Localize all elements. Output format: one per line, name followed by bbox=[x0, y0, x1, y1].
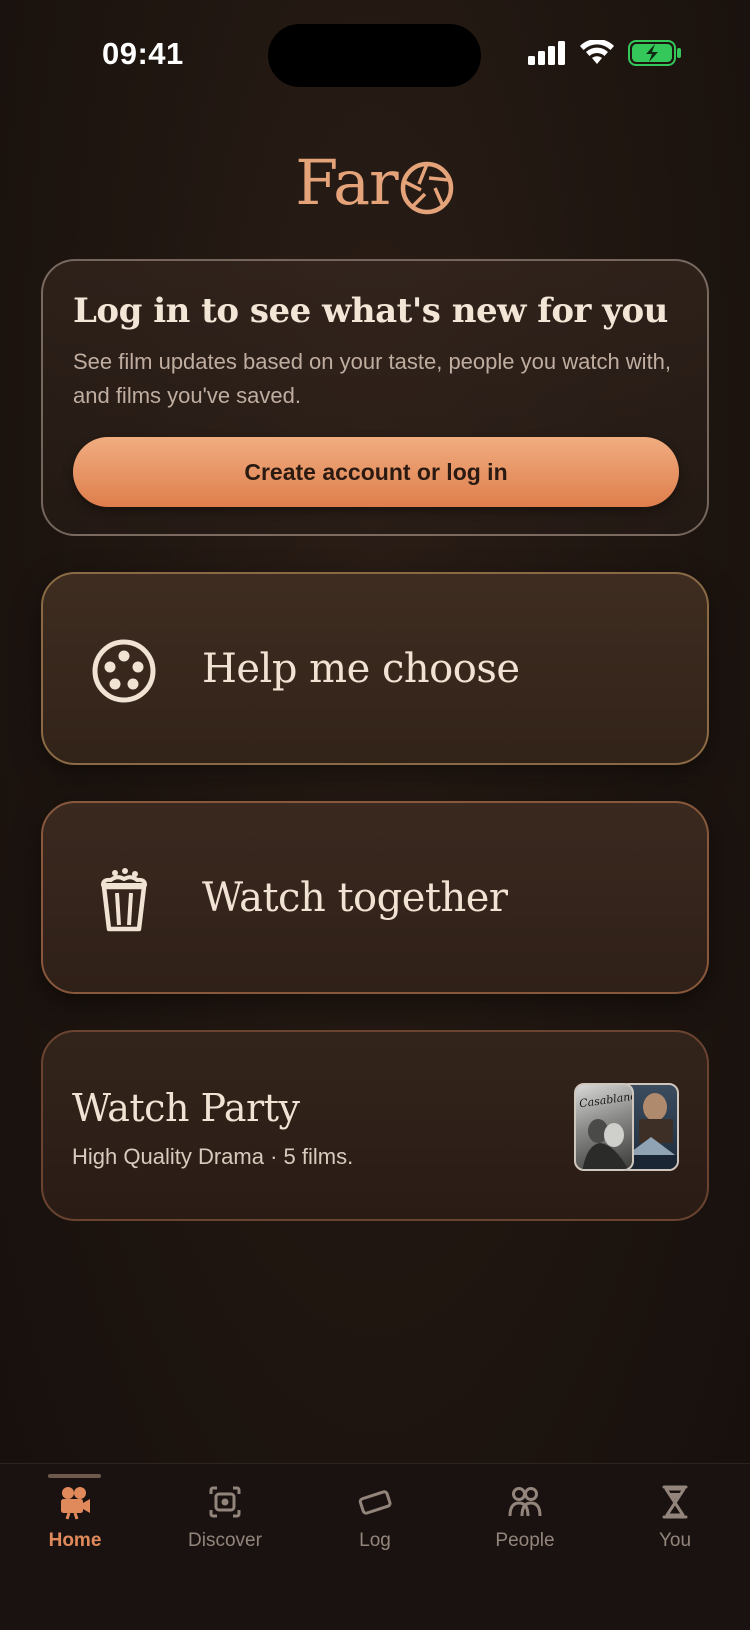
login-card-subtitle: See film updates based on your taste, pe… bbox=[73, 349, 672, 408]
poster-stack: Casablanca bbox=[574, 1083, 679, 1171]
watch-party-title: Watch Party bbox=[72, 1086, 300, 1130]
tab-home-label: Home bbox=[48, 1530, 102, 1551]
tab-log[interactable]: Log bbox=[315, 1484, 435, 1552]
tab-discover[interactable]: Discover bbox=[165, 1484, 285, 1552]
active-tab-indicator bbox=[48, 1474, 101, 1478]
create-account-button[interactable]: Create account or log in bbox=[73, 437, 679, 507]
discover-icon bbox=[209, 1486, 241, 1518]
battery-charging-icon bbox=[628, 40, 681, 66]
poster-art bbox=[582, 1119, 628, 1169]
hourglass-icon bbox=[662, 1485, 688, 1519]
wifi-icon bbox=[580, 40, 614, 64]
status-icons bbox=[528, 40, 682, 66]
login-card: Log in to see what's new for you See fil… bbox=[41, 259, 709, 536]
logo-text: Far bbox=[295, 146, 398, 219]
camera-icon bbox=[61, 1487, 90, 1520]
cellular-signal-icon bbox=[528, 41, 565, 65]
tab-log-label: Log bbox=[359, 1530, 391, 1551]
tab-you[interactable]: You bbox=[615, 1484, 735, 1552]
status-bar: 09:41 bbox=[0, 0, 750, 110]
tab-home[interactable]: Home bbox=[15, 1484, 135, 1552]
help-me-choose-label: Help me choose bbox=[202, 645, 520, 692]
film-reel-icon bbox=[92, 639, 156, 703]
watch-together-card[interactable]: Watch together bbox=[41, 801, 709, 994]
tab-discover-label: Discover bbox=[188, 1530, 262, 1551]
tab-people[interactable]: People bbox=[465, 1484, 585, 1552]
status-time: 09:41 bbox=[102, 36, 184, 71]
app-logo: Far bbox=[0, 146, 750, 219]
login-card-title: Log in to see what's new for you bbox=[73, 291, 668, 331]
tab-people-label: People bbox=[495, 1530, 555, 1551]
poster-thumbnail: Casablanca bbox=[574, 1083, 634, 1171]
help-me-choose-card[interactable]: Help me choose bbox=[41, 572, 709, 765]
ticket-icon bbox=[358, 1490, 392, 1515]
tab-bar: Home Discover Log People You bbox=[0, 1463, 750, 1630]
watch-party-card[interactable]: Watch Party High Quality Drama · 5 films… bbox=[41, 1030, 709, 1221]
watch-party-subtitle: High Quality Drama · 5 films. bbox=[72, 1144, 354, 1169]
tab-you-label: You bbox=[658, 1530, 692, 1551]
aperture-icon bbox=[400, 161, 453, 214]
popcorn-icon bbox=[101, 868, 147, 932]
people-icon bbox=[508, 1487, 542, 1517]
dynamic-island bbox=[268, 24, 481, 87]
watch-together-label: Watch together bbox=[202, 874, 508, 921]
